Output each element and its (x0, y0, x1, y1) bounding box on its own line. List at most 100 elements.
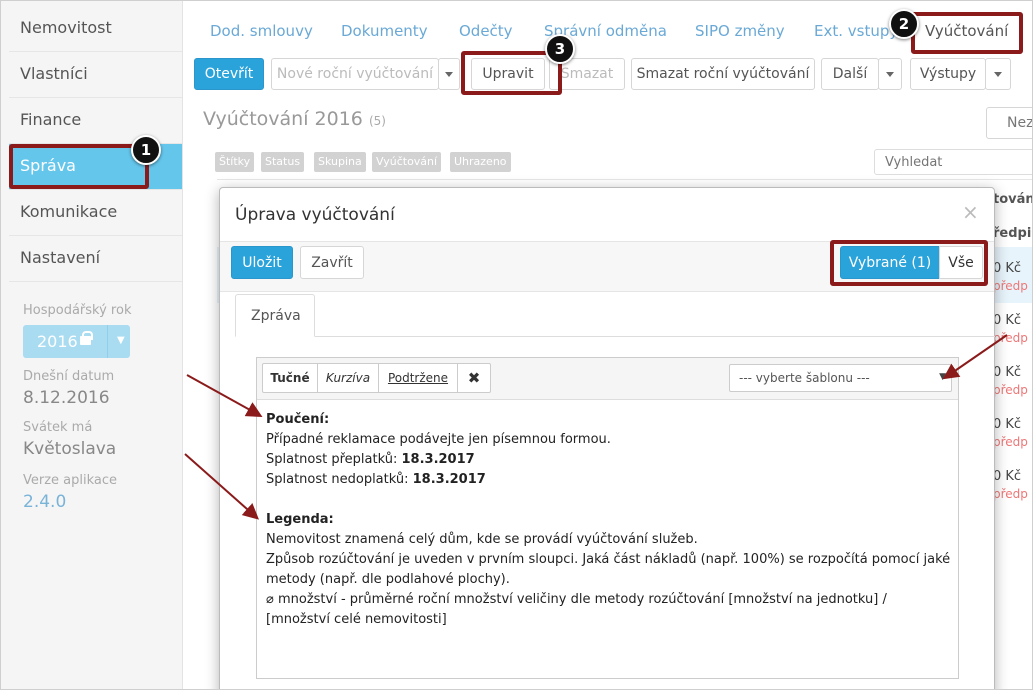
message-editor: Tučné Kurzíva Podtržene ✖ --- vyberte ša… (256, 357, 959, 679)
table-cell: 0 Kč (993, 365, 1022, 380)
version-value: 2.4.0 (23, 492, 67, 512)
sidebar-item-vlastnici[interactable]: Vlastníci (9, 52, 182, 98)
outputs-dropdown[interactable] (985, 58, 1011, 90)
sidebar: Nemovitost Vlastníci Finance Správa Komu… (1, 1, 183, 689)
heading-legend: Legenda: (266, 512, 334, 527)
page-title: Vyúčtování 2016 (5) (203, 108, 386, 130)
table-cell: 0 Kč (993, 261, 1022, 276)
sidebar-item-nemovitost[interactable]: Nemovitost (9, 6, 182, 52)
nameday-value: Květoslava (23, 439, 117, 459)
text-line: Způsob rozúčtování je uveden v prvním sl… (266, 552, 951, 567)
sidebar-item-label: Finance (20, 110, 82, 129)
divider (217, 179, 1032, 180)
text-line: Případné reklamace podávejte jen písemno… (266, 432, 611, 447)
tab-ext-vstupy[interactable]: Ext. vstupy (814, 22, 898, 40)
text-line: Splatnost přeplatků: 18.3.2017 (266, 450, 954, 470)
tab-odecty[interactable]: Odečty (459, 22, 513, 40)
caret-down-icon (886, 71, 894, 77)
more-button[interactable]: Další (821, 58, 879, 90)
sidebar-item-komunikace[interactable]: Komunikace (9, 190, 182, 236)
table-cell: 0 Kč (993, 469, 1022, 484)
step-badge-2: 2 (889, 9, 919, 39)
today-value: 8.12.2016 (23, 388, 110, 408)
fiscal-year-value: 2016 (37, 332, 78, 351)
table-column-peek: tován ředpis 0 Kč předp 0 Kč předp 0 Kč … (981, 181, 1033, 689)
table-cell: předp (993, 435, 1028, 449)
divider (220, 291, 994, 292)
count-badge: (5) (368, 114, 386, 128)
lock-icon (80, 331, 93, 345)
table-cell: 0 Kč (993, 313, 1022, 328)
version-label: Verze aplikace (23, 473, 118, 488)
tab-zprava[interactable]: Zpráva (235, 294, 315, 337)
filter-toggle[interactable]: Nez (986, 107, 1032, 139)
annotation-box-selected (830, 240, 988, 286)
text-line: Nemovitost znamená celý dům, kde se prov… (266, 532, 698, 547)
table-header: tován (993, 192, 1033, 207)
annotation-box-vyuctovani (911, 12, 1023, 54)
table-cell: předp (993, 279, 1028, 293)
caret-down-icon (445, 71, 453, 77)
table-cell: předp (993, 331, 1028, 345)
today-label: Dnešní datum (23, 369, 115, 384)
sidebar-item-label: Nemovitost (20, 18, 112, 37)
template-select[interactable]: --- vyberte šablonu --- ▼ (729, 364, 952, 392)
clear-format-icon[interactable]: ✖ (458, 364, 490, 392)
modal-title: Úprava vyúčtování (235, 205, 395, 225)
fiscal-year-select[interactable]: 2016 ▼ (23, 325, 130, 358)
page-title-text: Vyúčtování 2016 (203, 108, 363, 130)
text-label: Splatnost nedoplatků: (266, 472, 413, 487)
table-cell: předp (993, 383, 1028, 397)
text-line: metody (např. dle podlahové plochy). (266, 572, 510, 587)
sidebar-item-label: Vlastníci (20, 64, 88, 83)
filter-chip-vyuctovani[interactable]: Vyúčtování (372, 152, 442, 172)
nameday-label: Svátek má (23, 420, 93, 435)
filter-chip-stitky[interactable]: Štítky (215, 152, 255, 172)
tab-dod-smlouvy[interactable]: Dod. smlouvy (210, 22, 313, 40)
new-annual-dropdown[interactable] (438, 58, 460, 90)
table-header: ředpis (993, 226, 1032, 241)
text-label: Splatnost přeplatků: (266, 452, 402, 467)
underline-button[interactable]: Podtržene (379, 364, 457, 392)
filter-chip-skupina[interactable]: Skupina (314, 152, 366, 172)
search-input[interactable] (874, 149, 1032, 175)
heading-instructions: Poučení: (266, 412, 330, 427)
caret-down-icon: ▼ (117, 335, 125, 346)
table-cell: předp (993, 487, 1028, 501)
text-line: Splatnost nedoplatků: 18.3.2017 (266, 470, 954, 490)
open-button[interactable]: Otevřít (194, 58, 264, 90)
close-icon[interactable]: × (962, 200, 979, 224)
sidebar-item-nastaveni[interactable]: Nastavení (9, 236, 182, 282)
template-select-value: --- vyberte šablonu --- (739, 371, 870, 385)
bold-button[interactable]: Tučné (263, 364, 317, 392)
caret-down-icon: ▼ (939, 372, 946, 382)
outputs-button[interactable]: Výstupy (910, 58, 986, 90)
sidebar-item-label: Komunikace (20, 202, 118, 221)
filter-chip-uhrazeno[interactable]: Uhrazeno (450, 152, 511, 172)
divider (235, 336, 995, 337)
close-button[interactable]: Zavřít (300, 246, 364, 279)
table-cell: 0 Kč (993, 417, 1022, 432)
divider (107, 325, 108, 358)
caret-down-icon (994, 71, 1002, 77)
text-value: 18.3.2017 (412, 472, 486, 487)
editor-content[interactable]: Poučení: Případné reklamace podávejte je… (266, 410, 954, 630)
annotation-box-sprava (9, 144, 149, 189)
italic-button[interactable]: Kurzíva (318, 364, 378, 392)
text-line: [množství celé nemovitosti] (266, 612, 447, 627)
step-badge-3: 3 (545, 34, 575, 64)
save-button[interactable]: Uložit (231, 246, 293, 279)
more-dropdown[interactable] (878, 58, 902, 90)
tab-sipo-zmeny[interactable]: SIPO změny (695, 22, 785, 40)
new-annual-button[interactable]: Nové roční vyúčtování (271, 58, 439, 90)
filter-chip-status[interactable]: Status (261, 152, 305, 172)
tab-dokumenty[interactable]: Dokumenty (341, 22, 428, 40)
text-line: ⌀ množství - průměrné roční množství vel… (266, 592, 887, 607)
delete-annual-button[interactable]: Smazat roční vyúčtování (631, 58, 815, 90)
sidebar-item-finance[interactable]: Finance (9, 98, 182, 144)
sidebar-item-label: Nastavení (20, 248, 101, 267)
app-window: Nemovitost Vlastníci Finance Správa Komu… (0, 0, 1033, 690)
fiscal-year-label: Hospodářský rok (23, 303, 132, 318)
step-badge-1: 1 (131, 135, 161, 165)
